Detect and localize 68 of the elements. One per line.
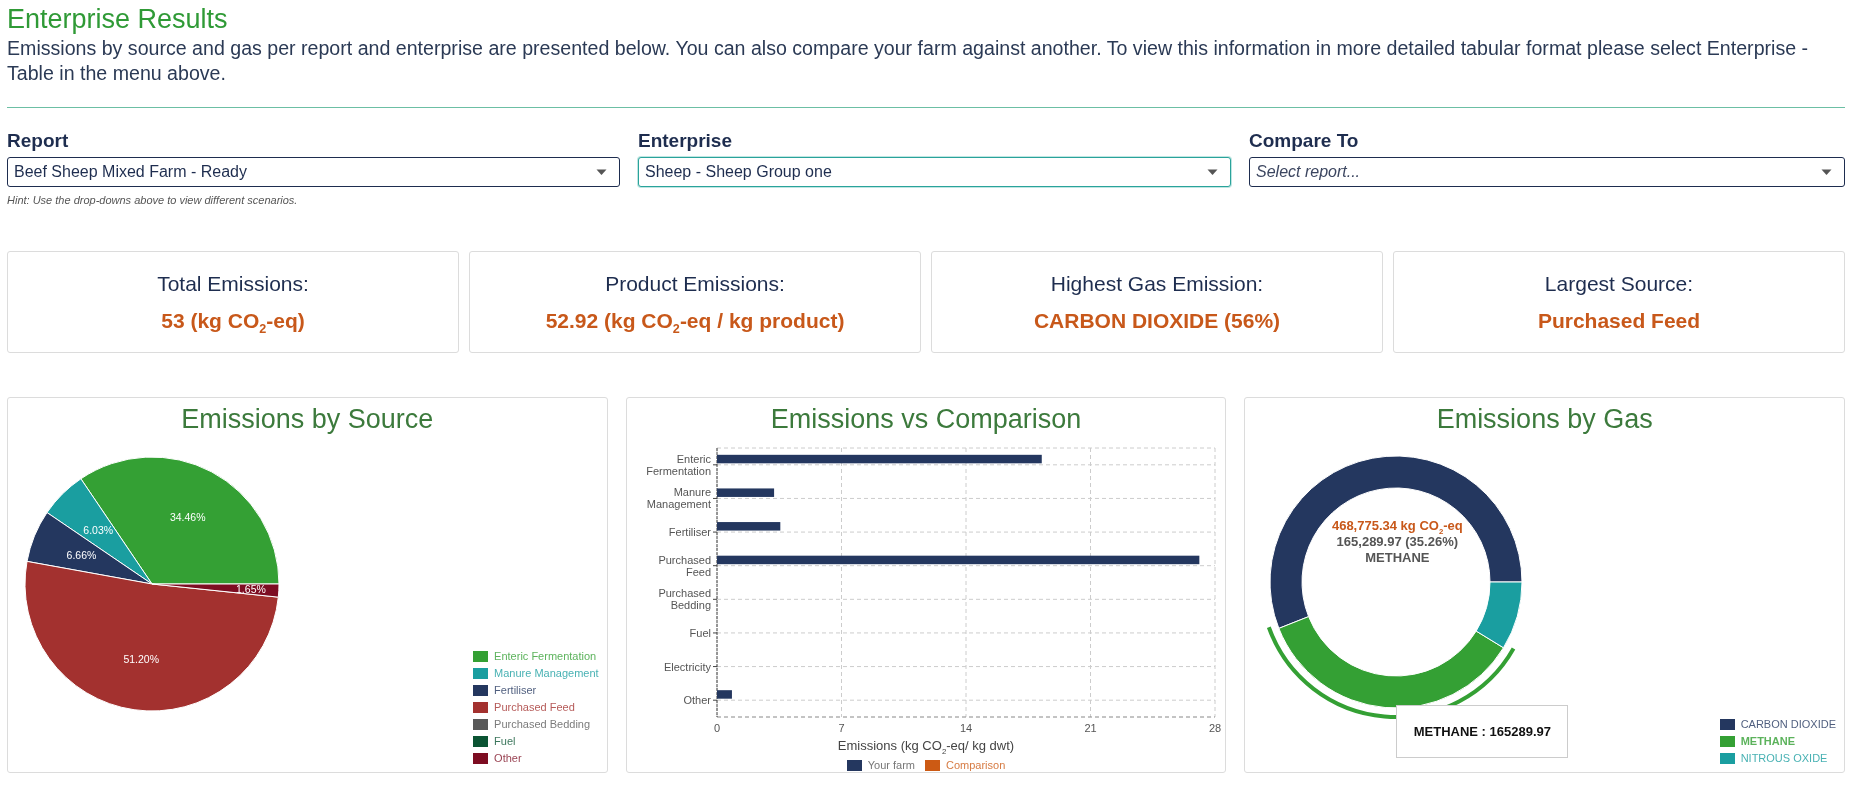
legend-label[interactable]: Purchased Bedding [494, 717, 591, 731]
tooltip: METHANE : 165289.97 [1396, 705, 1569, 758]
field-label: Report [7, 130, 70, 152]
category-label: Electricity [663, 660, 711, 673]
card-label: Product Emissions: [605, 271, 785, 296]
tick-label: 0 [713, 722, 720, 734]
legend-label[interactable]: Comparison [946, 758, 1006, 772]
slice-label: 6.03% [83, 524, 114, 537]
tick-label: 21 [1084, 722, 1097, 734]
field-label: Compare To [1249, 130, 1360, 152]
slice-label: 34.46% [169, 510, 206, 523]
category-label: Enteric Fermentation [645, 452, 711, 477]
tick-label: 7 [838, 722, 845, 734]
chart-title: Emissions by Source [181, 404, 434, 434]
page-title: Enterprise Results [7, 3, 229, 36]
legend-label[interactable]: Purchased Feed [494, 700, 575, 714]
chart-title: Emissions vs Comparison [770, 404, 1082, 434]
card-value: 52.92 (kg CO$_{2}$-eq / kg product) [545, 308, 845, 333]
pie-slice[interactable] [26, 512, 153, 585]
caret-icon [596, 168, 607, 176]
caret-icon [1207, 168, 1218, 176]
bar[interactable] [716, 454, 1042, 464]
tick-label: 14 [959, 722, 972, 734]
bar[interactable] [716, 690, 732, 699]
hint-text: Hint: Use the drop-downs above to view different scenarios. [7, 193, 299, 207]
legend-label[interactable]: CARBON DIOXIDE [1740, 717, 1836, 731]
legend-label[interactable]: Enteric Fermentation [494, 649, 597, 663]
slice-label: 6.66% [66, 549, 97, 562]
card-label: Total Emissions: [157, 271, 309, 296]
dropdown[interactable]: Sheep - Sheep Group one [638, 157, 1231, 187]
pie-slice[interactable] [24, 560, 279, 712]
dropdown[interactable]: Beef Sheep Mixed Farm - Ready [7, 157, 620, 187]
slice-label: 1.65% [236, 583, 266, 596]
card-label: Highest Gas Emission: [1050, 271, 1264, 296]
legend-label[interactable]: Other [494, 751, 522, 765]
field-label: Enterprise [638, 130, 733, 152]
legend-label[interactable]: NITROUS OXIDE [1740, 751, 1828, 765]
card-label: Largest Source: [1544, 271, 1694, 296]
category-label: Manure Management [646, 486, 711, 511]
segment-name-text: METHANE [1365, 550, 1430, 565]
axis-title: Emissions (kg CO$_{2}$-eq/ kg dwt) [837, 738, 1014, 753]
category-label: Other [683, 694, 711, 707]
segment-value-text: 165,289.97 (35.26%) [1336, 534, 1459, 549]
bar[interactable] [716, 555, 1199, 565]
category-label: Fuel [689, 626, 711, 639]
legend-label[interactable]: Fuel [494, 734, 516, 748]
pie-slice[interactable] [46, 478, 153, 585]
donut-segment[interactable] [1269, 455, 1523, 629]
category-label: Fertiliser [668, 526, 711, 539]
dropdown[interactable]: Select report... [1249, 157, 1845, 187]
tick-label: 28 [1208, 722, 1221, 734]
pie-slice[interactable] [151, 583, 280, 598]
chart-title: Emissions by Gas [1436, 404, 1653, 434]
legend-label[interactable]: Fertiliser [494, 683, 537, 697]
slice-label: 51.20% [123, 653, 160, 666]
category-label: Purchased Bedding [658, 587, 711, 612]
page-description: Emissions by source and gas per report and enterprise are presented below. You can also compare your farm against another. To view this information in more detailed tabular format please select Enterprise - Table in the menu above. [7, 36, 1810, 86]
card-value: CARBON DIOXIDE (56%) [1033, 308, 1281, 333]
legend-label[interactable]: Your farm [867, 758, 915, 772]
bar[interactable] [716, 522, 780, 531]
total-emissions-text: 468,775.34 kg CO$_{2}$-eq [1331, 518, 1463, 533]
card-value: 53 (kg CO$_{2}$-eq) [161, 308, 305, 333]
legend-label[interactable]: METHANE [1740, 734, 1796, 748]
bar[interactable] [716, 488, 774, 497]
card-value: Purchased Feed [1537, 308, 1701, 333]
legend-label[interactable]: Manure Management [494, 666, 599, 680]
caret-icon [1821, 168, 1832, 176]
category-label: Purchased Feed [658, 553, 711, 578]
